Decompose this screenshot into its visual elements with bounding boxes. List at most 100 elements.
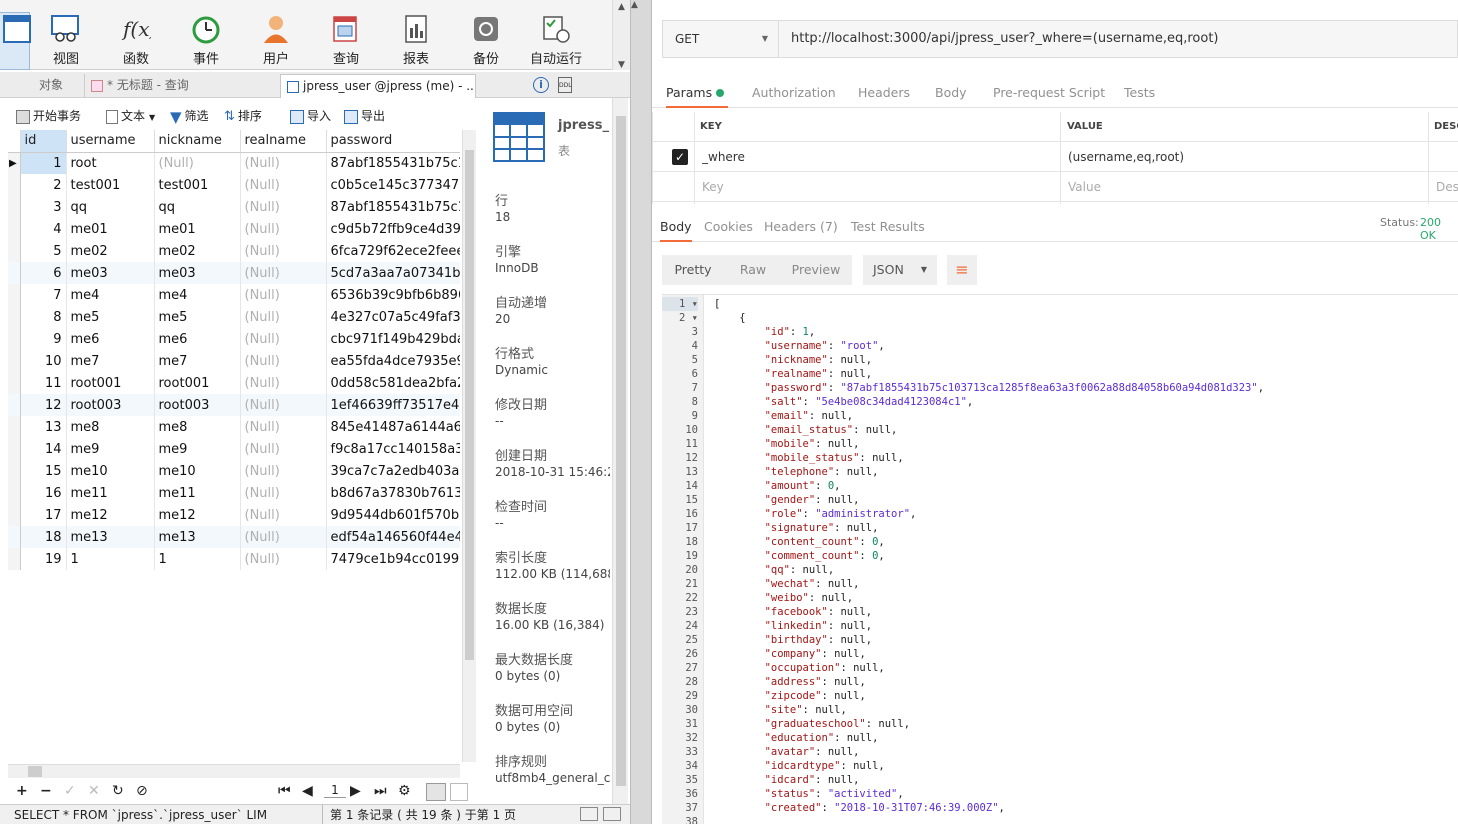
- cell-realname[interactable]: (Null): [240, 504, 327, 526]
- cell-id[interactable]: 2: [20, 174, 67, 196]
- cell-password[interactable]: 6fca729f62ece2feee07a: [326, 240, 460, 262]
- cell-realname[interactable]: (Null): [240, 416, 327, 438]
- param-empty-row[interactable]: Key Value Des: [652, 172, 1458, 202]
- cell-password[interactable]: 87abf1855431b75c103: [326, 196, 460, 218]
- key-placeholder[interactable]: Key: [702, 172, 724, 202]
- cell-realname[interactable]: (Null): [240, 262, 327, 284]
- ribbon-report-button[interactable]: 报表: [386, 14, 446, 70]
- row-header[interactable]: [8, 306, 21, 328]
- cell-realname[interactable]: (Null): [240, 394, 327, 416]
- cell-username[interactable]: root: [66, 152, 155, 174]
- cell-realname[interactable]: (Null): [240, 306, 327, 328]
- add-record-icon[interactable]: +: [16, 783, 28, 799]
- table-row[interactable]: 3qqqq(Null)87abf1855431b75c103: [8, 196, 460, 218]
- cell-username[interactable]: me01: [66, 218, 155, 240]
- cell-nickname[interactable]: me03: [154, 262, 241, 284]
- cell-password[interactable]: 9d9544db601f570b7c6: [326, 504, 460, 526]
- last-page-icon[interactable]: ⏭: [374, 783, 387, 799]
- export-button[interactable]: 导出: [344, 104, 385, 128]
- cell-realname[interactable]: (Null): [240, 174, 327, 196]
- cell-id[interactable]: 8: [20, 306, 67, 328]
- row-header[interactable]: [8, 460, 21, 482]
- cell-id[interactable]: 14: [20, 438, 67, 460]
- text-button[interactable]: 文本 ▼: [106, 104, 155, 128]
- cell-nickname[interactable]: me12: [154, 504, 241, 526]
- table-row[interactable]: 10me7me7(Null)ea55fda4dce7935e9a2: [8, 350, 460, 372]
- cell-password[interactable]: 4e327c07a5c49faf3f92: [326, 306, 460, 328]
- row-header[interactable]: [8, 262, 21, 284]
- cell-password[interactable]: edf54a146560f44e4956: [326, 526, 460, 548]
- preview-button[interactable]: Preview: [788, 255, 844, 285]
- cell-id[interactable]: 13: [20, 416, 67, 438]
- table-row[interactable]: 16me11me11(Null)b8d67a37830b761331l: [8, 482, 460, 504]
- settings-gear-icon[interactable]: ⚙: [398, 783, 411, 799]
- row-header[interactable]: [8, 240, 21, 262]
- column-header-realname[interactable]: realname: [240, 130, 327, 153]
- cell-nickname[interactable]: me5: [154, 306, 241, 328]
- row-header[interactable]: [8, 394, 21, 416]
- tab-params[interactable]: Params: [666, 78, 729, 108]
- cell-username[interactable]: me4: [66, 284, 155, 306]
- cell-id[interactable]: 19: [20, 548, 67, 570]
- table-row[interactable]: 18me13me13(Null)edf54a146560f44e4956: [8, 526, 460, 548]
- form-view-icon[interactable]: [450, 783, 468, 801]
- param-row[interactable]: ✓ _where (username,eq,root): [652, 142, 1458, 172]
- ribbon-event-button[interactable]: 事件: [176, 14, 236, 70]
- cell-password[interactable]: 845e41487a6144a6054: [326, 416, 460, 438]
- cell-nickname[interactable]: me8: [154, 416, 241, 438]
- table-row[interactable]: 9me6me6(Null)cbc971f149b429bda52: [8, 328, 460, 350]
- cell-id[interactable]: 9: [20, 328, 67, 350]
- cell-username[interactable]: me6: [66, 328, 155, 350]
- cell-id[interactable]: 12: [20, 394, 67, 416]
- cell-realname[interactable]: (Null): [240, 218, 327, 240]
- table-row[interactable]: 2test001test001(Null)c0b5ce145c3773475dc: [8, 174, 460, 196]
- ribbon-backup-button[interactable]: 备份: [456, 14, 516, 70]
- cell-username[interactable]: me12: [66, 504, 155, 526]
- cell-nickname[interactable]: me6: [154, 328, 241, 350]
- cell-id[interactable]: 7: [20, 284, 67, 306]
- tab-authorization[interactable]: Authorization: [752, 78, 836, 108]
- column-header-password[interactable]: password: [326, 130, 460, 153]
- info-icon[interactable]: i: [533, 77, 549, 93]
- cell-realname[interactable]: (Null): [240, 284, 327, 306]
- cell-id[interactable]: 1: [20, 152, 67, 174]
- cell-password[interactable]: f9c8a17cc140158a3641: [326, 438, 460, 460]
- table-row[interactable]: 5me02me02(Null)6fca729f62ece2feee07a: [8, 240, 460, 262]
- row-header[interactable]: [8, 548, 21, 570]
- table-row[interactable]: 13me8me8(Null)845e41487a6144a6054: [8, 416, 460, 438]
- cell-username[interactable]: root003: [66, 394, 155, 416]
- cell-realname[interactable]: (Null): [240, 240, 327, 262]
- cell-username[interactable]: 1: [66, 548, 155, 570]
- table-row[interactable]: ▶1root(Null)(Null)87abf1855431b75c103: [8, 152, 460, 174]
- discard-icon[interactable]: ✕: [88, 783, 100, 799]
- param-key-field[interactable]: _where: [702, 142, 745, 172]
- checkbox-checked-icon[interactable]: ✓: [672, 149, 688, 165]
- row-header[interactable]: [8, 284, 21, 306]
- response-body[interactable]: 1 ▾ 2 ▾ 3 4 5 6 7 8 9 10 11 12 13 14 15 16…: [662, 294, 1458, 824]
- grid-view-icon[interactable]: [426, 783, 446, 801]
- import-button[interactable]: 导入: [290, 104, 331, 128]
- cell-realname[interactable]: (Null): [240, 152, 327, 174]
- row-header[interactable]: [8, 328, 21, 350]
- cell-realname[interactable]: (Null): [240, 372, 327, 394]
- cell-nickname[interactable]: me02: [154, 240, 241, 262]
- prev-page-icon[interactable]: ◀: [302, 783, 313, 799]
- grid-vertical-scrollbar[interactable]: [462, 130, 476, 762]
- table-row[interactable]: 4me01me01(Null)c9d5b72ffb9ce4d393f9: [8, 218, 460, 240]
- info-panel-scrollbar[interactable]: [612, 98, 628, 804]
- cell-id[interactable]: 16: [20, 482, 67, 504]
- stop-icon[interactable]: ⊘: [136, 783, 148, 799]
- column-header-username[interactable]: username: [66, 130, 155, 153]
- cell-id[interactable]: 5: [20, 240, 67, 262]
- ribbon-view-button[interactable]: 视图: [36, 14, 96, 70]
- cell-id[interactable]: 11: [20, 372, 67, 394]
- ribbon-query-button[interactable]: 查询: [316, 14, 376, 70]
- cell-password[interactable]: b8d67a37830b761331l: [326, 482, 460, 504]
- cell-realname[interactable]: (Null): [240, 482, 327, 504]
- cell-id[interactable]: 6: [20, 262, 67, 284]
- first-page-icon[interactable]: ⏮: [278, 783, 291, 799]
- ribbon-table-button[interactable]: [0, 12, 31, 70]
- cell-nickname[interactable]: me10: [154, 460, 241, 482]
- ribbon-scroll[interactable]: ▲ ▼: [612, 0, 630, 70]
- row-header[interactable]: [8, 350, 21, 372]
